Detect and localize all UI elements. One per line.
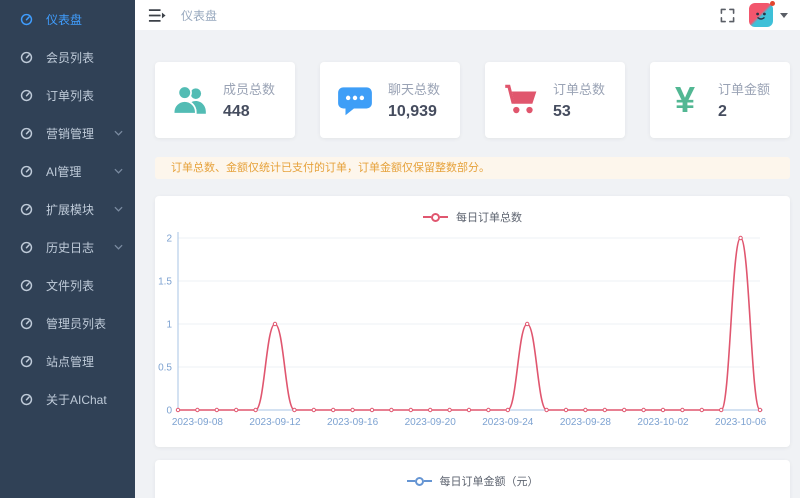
svg-text:1.5: 1.5 <box>158 277 172 288</box>
svg-text:2023-09-16: 2023-09-16 <box>327 417 379 428</box>
topbar: 仪表盘 <box>135 0 800 30</box>
svg-text:0.5: 0.5 <box>158 363 172 374</box>
dashboard-icon <box>20 393 33 406</box>
sidebar-item-label: 扩展模块 <box>46 201 94 218</box>
chart-legend[interactable]: 每日订单总数 <box>155 196 790 225</box>
svg-text:1: 1 <box>166 320 172 331</box>
stats-row: 成员总数 448 聊天总数 10,939 订单总数 53 ¥ 订单金额 2 <box>155 62 790 138</box>
legend-label: 每日订单金额（元） <box>440 473 539 489</box>
sidebar-item-label: 关于AIChat <box>46 391 107 408</box>
fullscreen-icon[interactable] <box>720 8 735 23</box>
stat-value: 448 <box>223 103 279 121</box>
legend-line <box>407 480 415 482</box>
chevron-down-icon <box>114 244 123 250</box>
sidebar: 仪表盘会员列表订单列表营销管理 AI管理扩展模块历史日志文件列表管理员列表站点管理… <box>0 0 135 498</box>
yen-icon: ¥ <box>675 82 695 118</box>
svg-text:0: 0 <box>166 406 172 417</box>
legend-line <box>423 216 431 218</box>
avatar[interactable] <box>749 3 773 27</box>
stat-card: ¥ 订单金额 2 <box>650 62 790 138</box>
dashboard-content: 成员总数 448 聊天总数 10,939 订单总数 53 ¥ 订单金额 2 订单总数、金额仅统计… <box>135 30 800 498</box>
svg-text:2023-09-08: 2023-09-08 <box>172 417 224 428</box>
sidebar-item-label: 订单列表 <box>46 87 94 104</box>
sidebar-item-label: 站点管理 <box>46 353 94 370</box>
sidebar-item-label: 会员列表 <box>46 49 94 66</box>
stat-label: 成员总数 <box>223 79 279 98</box>
sidebar-item[interactable]: 站点管理 <box>0 342 135 380</box>
svg-text:2023-09-28: 2023-09-28 <box>560 417 612 428</box>
stat-label: 订单总数 <box>553 79 609 98</box>
dashboard-icon <box>20 203 33 216</box>
sidebar-item[interactable]: 营销管理 <box>0 114 135 152</box>
dashboard-icon <box>20 13 33 26</box>
svg-text:2023-09-12: 2023-09-12 <box>249 417 301 428</box>
stat-label: 订单金额 <box>718 79 774 98</box>
sidebar-item-label: 营销管理 <box>46 125 94 142</box>
dashboard-icon <box>20 355 33 368</box>
users-icon <box>171 81 209 119</box>
stat-card: 成员总数 448 <box>155 62 295 138</box>
svg-text:2023-10-02: 2023-10-02 <box>637 417 689 428</box>
chevron-down-icon <box>114 130 123 136</box>
yen-icon: ¥ <box>666 81 704 119</box>
sidebar-item-label: 管理员列表 <box>46 315 106 332</box>
dashboard-icon <box>20 279 33 292</box>
legend-line <box>440 216 448 218</box>
sidebar-item[interactable]: 关于AIChat <box>0 380 135 418</box>
chart-legend[interactable]: 每日订单金额（元） <box>155 460 790 489</box>
stat-label: 聊天总数 <box>388 79 444 98</box>
notification-dot <box>770 1 775 6</box>
stat-card: 聊天总数 10,939 <box>320 62 460 138</box>
legend-circle-icon <box>431 213 440 222</box>
sidebar-item[interactable]: 仪表盘 <box>0 0 135 38</box>
sidebar-item[interactable]: 管理员列表 <box>0 304 135 342</box>
stat-value: 53 <box>553 103 609 121</box>
daily-orders-chart-card: 每日订单总数 0 0.5 1 1.5 2 2023-09-08 2023-09-12 2023… <box>155 196 790 447</box>
svg-text:2023-09-24: 2023-09-24 <box>482 417 534 428</box>
legend-line <box>424 480 432 482</box>
sidebar-item[interactable]: 文件列表 <box>0 266 135 304</box>
sidebar-menu: 仪表盘会员列表订单列表营销管理 AI管理扩展模块历史日志文件列表管理员列表站点管理… <box>0 0 135 418</box>
topbar-right <box>720 3 788 27</box>
hamburger-icon[interactable] <box>148 8 166 23</box>
sidebar-item[interactable]: 会员列表 <box>0 38 135 76</box>
daily-orders-line-chart[interactable]: 0 0.5 1 1.5 2 2023-09-08 2023-09-12 2023-09-16 2… <box>155 226 790 441</box>
chevron-down-icon <box>114 206 123 212</box>
svg-text:2023-10-06: 2023-10-06 <box>715 417 767 428</box>
dashboard-icon <box>20 165 33 178</box>
legend-circle-icon <box>415 477 424 486</box>
main-area: 仪表盘 <box>135 0 800 498</box>
caret-down-icon[interactable] <box>780 13 788 18</box>
stat-value: 2 <box>718 103 774 121</box>
legend-label: 每日订单总数 <box>456 209 522 225</box>
sidebar-item[interactable]: 订单列表 <box>0 76 135 114</box>
sidebar-item-label: 历史日志 <box>46 239 94 256</box>
chevron-down-icon <box>114 168 123 174</box>
sidebar-item[interactable]: 扩展模块 <box>0 190 135 228</box>
breadcrumb: 仪表盘 <box>181 7 217 24</box>
dashboard-icon <box>20 241 33 254</box>
dashboard-icon <box>20 127 33 140</box>
cart-icon <box>501 81 539 119</box>
dashboard-icon <box>20 89 33 102</box>
stat-value: 10,939 <box>388 103 444 121</box>
dashboard-icon <box>20 317 33 330</box>
sidebar-item[interactable]: AI管理 <box>0 152 135 190</box>
alert-banner: 订单总数、金额仅统计已支付的订单，订单金额仅保留整数部分。 <box>155 157 790 179</box>
sidebar-item[interactable]: 历史日志 <box>0 228 135 266</box>
sidebar-item-label: 文件列表 <box>46 277 94 294</box>
chat-icon <box>336 81 374 119</box>
app-window: 仪表盘会员列表订单列表营销管理 AI管理扩展模块历史日志文件列表管理员列表站点管理… <box>0 0 800 498</box>
sidebar-item-label: AI管理 <box>46 163 81 180</box>
daily-amount-chart-card: 每日订单金额（元） <box>155 460 790 498</box>
dashboard-icon <box>20 51 33 64</box>
sidebar-item-label: 仪表盘 <box>46 11 82 28</box>
stat-card: 订单总数 53 <box>485 62 625 138</box>
svg-text:2023-09-20: 2023-09-20 <box>405 417 457 428</box>
svg-text:2: 2 <box>166 234 172 245</box>
